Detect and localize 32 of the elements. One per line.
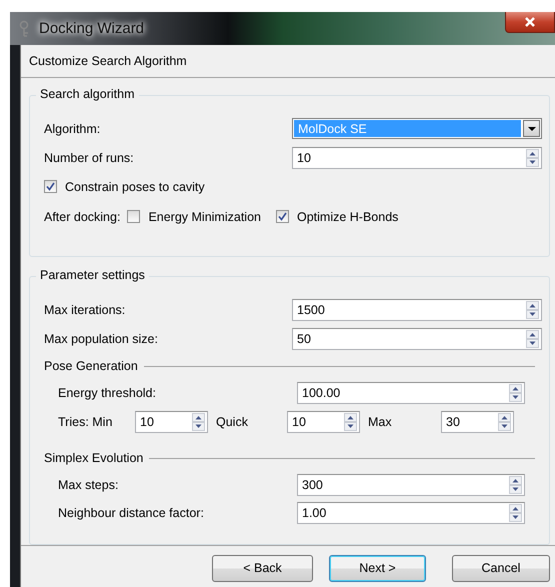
page-title: Customize Search Algorithm bbox=[29, 54, 187, 68]
number-field[interactable]: 100.00 bbox=[297, 382, 525, 404]
section-title: Pose Generation bbox=[44, 359, 138, 373]
field-label: Number of runs: bbox=[44, 150, 135, 164]
number-field[interactable]: 10 bbox=[292, 146, 542, 168]
number-field[interactable]: 30 bbox=[441, 411, 514, 433]
number-field[interactable]: 300 bbox=[297, 474, 525, 496]
number-field[interactable]: 10 bbox=[135, 411, 208, 433]
field-label: Algorithm: bbox=[44, 122, 102, 136]
checkbox-label: Energy Minimization bbox=[148, 210, 261, 224]
window-title: Docking Wizard bbox=[39, 20, 144, 37]
field-label: Quick bbox=[216, 415, 249, 429]
number-field[interactable]: 10 bbox=[287, 411, 360, 433]
checkbox-label: Constrain poses to cavity bbox=[65, 180, 205, 194]
number-field[interactable]: 50 bbox=[292, 328, 542, 350]
field-label: Max steps: bbox=[58, 478, 120, 492]
number-field[interactable]: 1500 bbox=[292, 298, 542, 320]
checkbox-label: Optimize H-Bonds bbox=[296, 210, 398, 224]
field-label: Energy threshold: bbox=[58, 386, 157, 400]
field-label: Max population size: bbox=[44, 332, 159, 346]
field-label: Max bbox=[368, 415, 393, 429]
group-title: Parameter settings bbox=[36, 268, 149, 282]
wizard-button[interactable]: < Back bbox=[212, 554, 313, 582]
wizard-button[interactable]: Next > bbox=[329, 554, 426, 582]
section-title: Simplex Evolution bbox=[44, 451, 144, 465]
number-field[interactable]: 1.00 bbox=[297, 502, 525, 524]
field-label: Max iterations: bbox=[44, 302, 126, 316]
field-label: Neighbour distance factor: bbox=[58, 506, 205, 520]
field-label: After docking: bbox=[44, 210, 120, 224]
group-title: Search algorithm bbox=[36, 87, 138, 101]
field-label: Tries: Min bbox=[58, 415, 114, 429]
wizard-button[interactable]: Cancel bbox=[452, 554, 550, 582]
